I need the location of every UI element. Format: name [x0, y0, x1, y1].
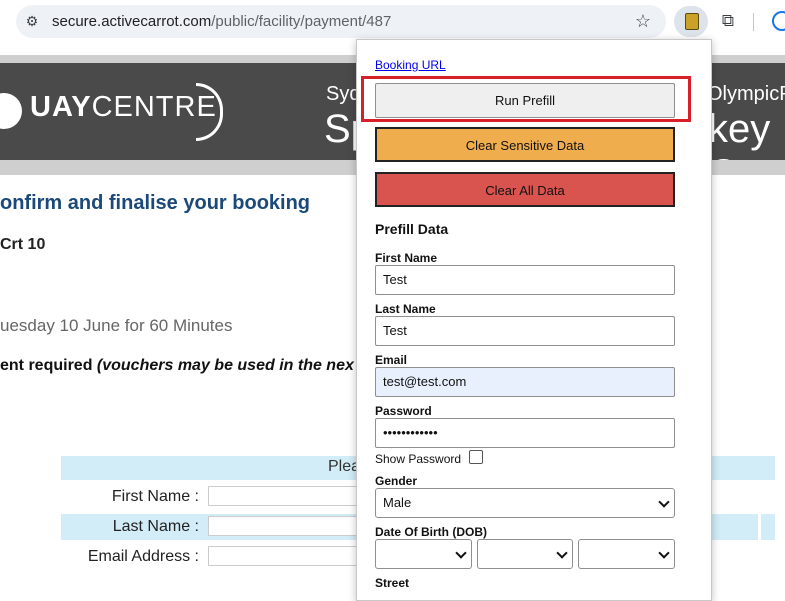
- browser-toolbar: ⚙ secure.activecarrot.com/public/facilit…: [0, 0, 785, 44]
- site-info-icon[interactable]: ⚙: [22, 11, 42, 31]
- booking-url-link[interactable]: Booking URL: [375, 58, 446, 72]
- prefill-extension-popup: Booking URL Run Prefill Clear Sensitive …: [356, 39, 712, 601]
- show-password-checkbox[interactable]: [469, 450, 483, 464]
- gender-value: Male: [383, 495, 412, 510]
- extensions-puzzle-icon[interactable]: ⧉: [716, 9, 740, 33]
- first-name-input[interactable]: [208, 486, 368, 506]
- logo-arc-icon: [196, 83, 223, 141]
- prefill-extension-button[interactable]: [674, 6, 708, 37]
- quay-centre-logo-text: UAYCENTRE: [30, 91, 217, 123]
- dob-day-select[interactable]: [375, 539, 472, 569]
- chevron-down-icon: [455, 547, 467, 559]
- chevron-down-icon: [556, 547, 568, 559]
- profile-avatar-icon[interactable]: [772, 11, 785, 31]
- chevron-down-icon: [658, 547, 670, 559]
- toolbar-divider: [753, 13, 754, 31]
- voucher-note: (vouchers may be used in the nex: [96, 357, 354, 374]
- dob-month-select[interactable]: [477, 539, 573, 569]
- last-name-input[interactable]: [208, 516, 368, 536]
- email-address-label: Email Address :: [87, 548, 199, 565]
- url-host: secure.activecarrot.com: [52, 13, 212, 30]
- row-divider: [758, 514, 761, 540]
- dob-year-select[interactable]: [578, 539, 675, 569]
- quay-centre-logo-icon: [0, 93, 22, 129]
- highlight-box: [361, 76, 691, 122]
- payment-notice: ent required (vouchers may be used in th…: [0, 357, 354, 374]
- clear-all-data-button[interactable]: Clear All Data: [375, 172, 675, 207]
- first-name-label: First Name :: [111, 488, 199, 505]
- banner-text-large-2: key Ce: [708, 107, 771, 160]
- gender-select[interactable]: Male: [375, 488, 675, 518]
- password-label: Password: [375, 404, 432, 418]
- email-address-input[interactable]: [208, 546, 368, 566]
- banner-text-small-2: OlympicP: [707, 83, 785, 105]
- gender-label: Gender: [375, 474, 418, 488]
- extension-badge-icon: [685, 13, 699, 30]
- password-field[interactable]: ••••••••••••: [375, 418, 675, 448]
- bookmark-star-icon[interactable]: ☆: [632, 10, 654, 32]
- url-path: /public/facility/payment/487: [211, 13, 392, 30]
- last-name-label: Last Name: [375, 302, 436, 316]
- first-name-field[interactable]: Test: [375, 265, 675, 295]
- dob-label: Date Of Birth (DOB): [375, 525, 487, 539]
- last-name-field[interactable]: Test: [375, 316, 675, 346]
- chevron-down-icon: [658, 496, 670, 508]
- email-label: Email: [375, 353, 408, 367]
- show-password-label: Show Password: [375, 452, 462, 466]
- street-label: Street: [375, 576, 410, 590]
- popup-scrollbar[interactable]: [693, 40, 709, 600]
- url-text[interactable]: secure.activecarrot.com/public/facility/…: [52, 13, 391, 30]
- address-bar[interactable]: ⚙ secure.activecarrot.com/public/facilit…: [16, 5, 666, 38]
- last-name-label: Last Name :: [112, 518, 199, 535]
- email-field[interactable]: test@test.com: [375, 367, 675, 397]
- first-name-label: First Name: [375, 251, 438, 265]
- booking-date: uesday 10 June for 60 Minutes: [0, 316, 233, 335]
- page-title: onfirm and finalise your booking: [0, 192, 311, 214]
- court-name: Crt 10: [0, 236, 46, 253]
- prefill-data-heading: Prefill Data: [375, 221, 449, 237]
- clear-sensitive-data-button[interactable]: Clear Sensitive Data: [375, 127, 675, 162]
